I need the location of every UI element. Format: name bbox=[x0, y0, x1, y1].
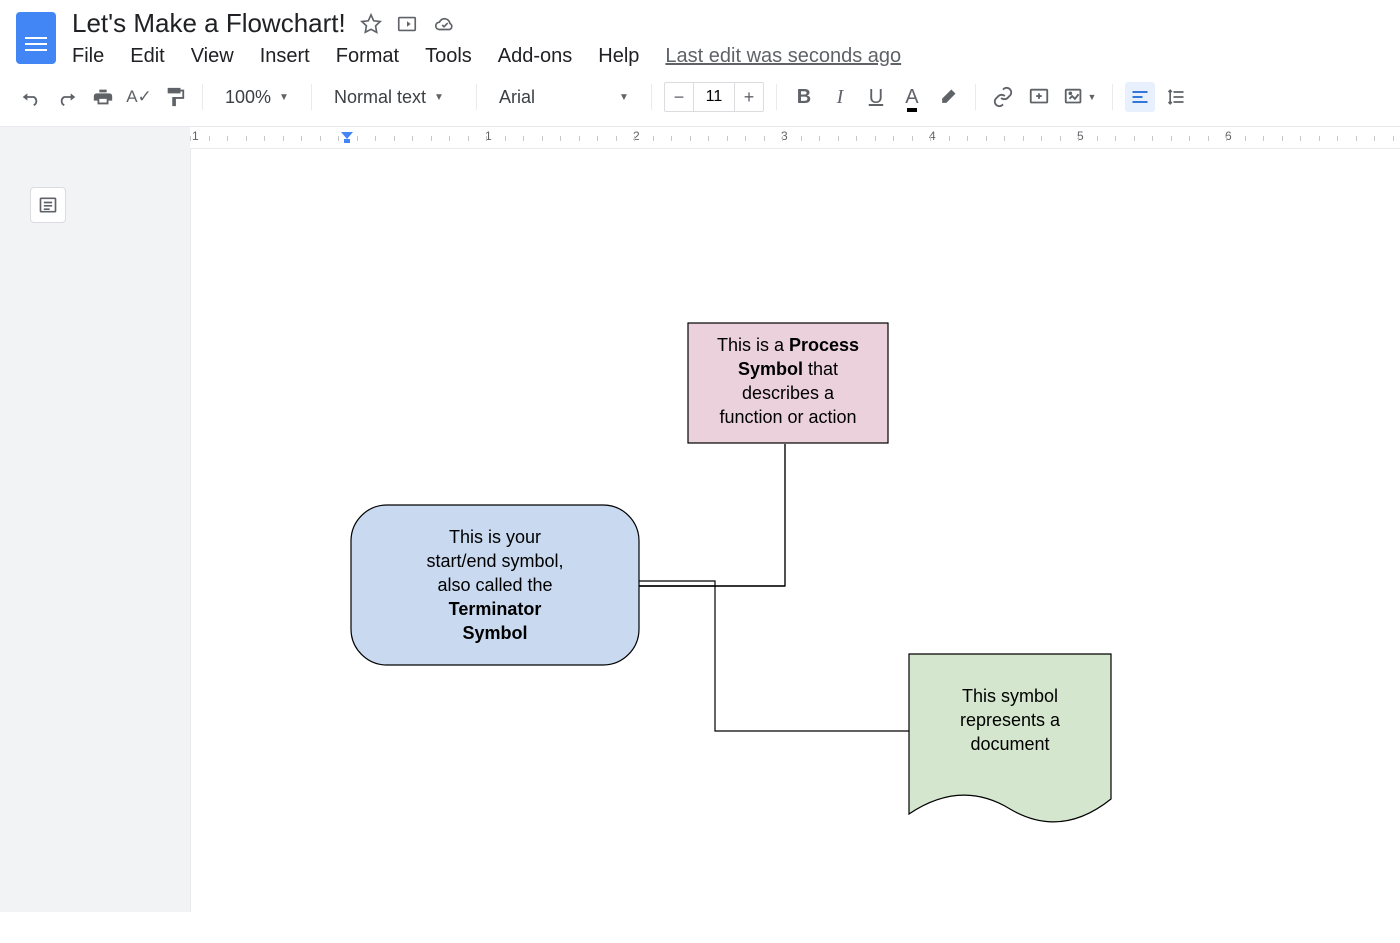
spellcheck-button[interactable]: A✓ bbox=[124, 82, 154, 112]
menu-help[interactable]: Help bbox=[598, 45, 639, 68]
document-page[interactable]: This is a Process Symbol that describes … bbox=[190, 149, 1400, 912]
print-button[interactable] bbox=[88, 82, 118, 112]
workspace: 1 1 2 3 4 5 6 This is a Process bbox=[0, 127, 1400, 912]
font-size-decrease[interactable]: − bbox=[665, 83, 693, 111]
insert-link-button[interactable] bbox=[988, 82, 1018, 112]
bold-button[interactable]: B bbox=[789, 82, 819, 112]
insert-comment-button[interactable] bbox=[1024, 82, 1054, 112]
svg-text:also called the: also called the bbox=[437, 575, 552, 595]
align-left-button[interactable] bbox=[1125, 82, 1155, 112]
menu-format[interactable]: Format bbox=[336, 45, 399, 68]
font-size-input[interactable] bbox=[693, 83, 735, 111]
insert-image-button[interactable]: ▼ bbox=[1060, 82, 1100, 112]
svg-text:Symbol that: Symbol that bbox=[738, 359, 838, 379]
italic-button[interactable]: I bbox=[825, 82, 855, 112]
app-header: Let's Make a Flowchart! File Edit View I… bbox=[0, 0, 1400, 68]
indent-marker-icon[interactable] bbox=[340, 131, 354, 148]
docs-logo-icon[interactable] bbox=[16, 12, 56, 64]
svg-text:This symbol: This symbol bbox=[962, 686, 1058, 706]
menu-file[interactable]: File bbox=[72, 45, 104, 68]
svg-text:This is your: This is your bbox=[449, 527, 541, 547]
svg-text:represents a: represents a bbox=[960, 710, 1061, 730]
menu-addons[interactable]: Add-ons bbox=[498, 45, 573, 68]
zoom-dropdown[interactable]: 100%▼ bbox=[215, 87, 299, 108]
svg-text:Terminator: Terminator bbox=[449, 599, 542, 619]
font-dropdown[interactable]: Arial▼ bbox=[489, 87, 639, 108]
svg-text:Symbol: Symbol bbox=[462, 623, 527, 643]
move-icon[interactable] bbox=[396, 13, 418, 35]
menu-edit[interactable]: Edit bbox=[130, 45, 164, 68]
highlight-button[interactable] bbox=[933, 82, 963, 112]
font-size-increase[interactable]: + bbox=[735, 83, 763, 111]
last-edit-link[interactable]: Last edit was seconds ago bbox=[665, 45, 901, 68]
redo-button[interactable] bbox=[52, 82, 82, 112]
svg-text:start/end symbol,: start/end symbol, bbox=[426, 551, 563, 571]
menu-tools[interactable]: Tools bbox=[425, 45, 472, 68]
cloud-saved-icon[interactable] bbox=[432, 13, 456, 35]
svg-text:document: document bbox=[970, 734, 1049, 754]
svg-text:function or action: function or action bbox=[719, 407, 856, 427]
underline-button[interactable]: U bbox=[861, 82, 891, 112]
menu-view[interactable]: View bbox=[191, 45, 234, 68]
menu-insert[interactable]: Insert bbox=[260, 45, 310, 68]
font-size-group: − + bbox=[664, 82, 764, 112]
horizontal-ruler[interactable]: 1 1 2 3 4 5 6 bbox=[190, 127, 1400, 149]
svg-text:This is a Process: This is a Process bbox=[717, 335, 859, 355]
svg-text:describes a: describes a bbox=[742, 383, 835, 403]
menu-bar: File Edit View Insert Format Tools Add-o… bbox=[72, 45, 1384, 68]
paint-format-button[interactable] bbox=[160, 82, 190, 112]
line-spacing-button[interactable] bbox=[1161, 82, 1191, 112]
text-color-button[interactable]: A bbox=[897, 82, 927, 112]
outline-toggle-button[interactable] bbox=[30, 187, 66, 223]
paragraph-style-dropdown[interactable]: Normal text▼ bbox=[324, 87, 464, 108]
toolbar: A✓ 100%▼ Normal text▼ Arial▼ − + B I U A… bbox=[0, 68, 1400, 127]
drawing-canvas[interactable]: This is a Process Symbol that describes … bbox=[191, 149, 1400, 912]
document-title[interactable]: Let's Make a Flowchart! bbox=[72, 8, 346, 39]
undo-button[interactable] bbox=[16, 82, 46, 112]
star-icon[interactable] bbox=[360, 13, 382, 35]
